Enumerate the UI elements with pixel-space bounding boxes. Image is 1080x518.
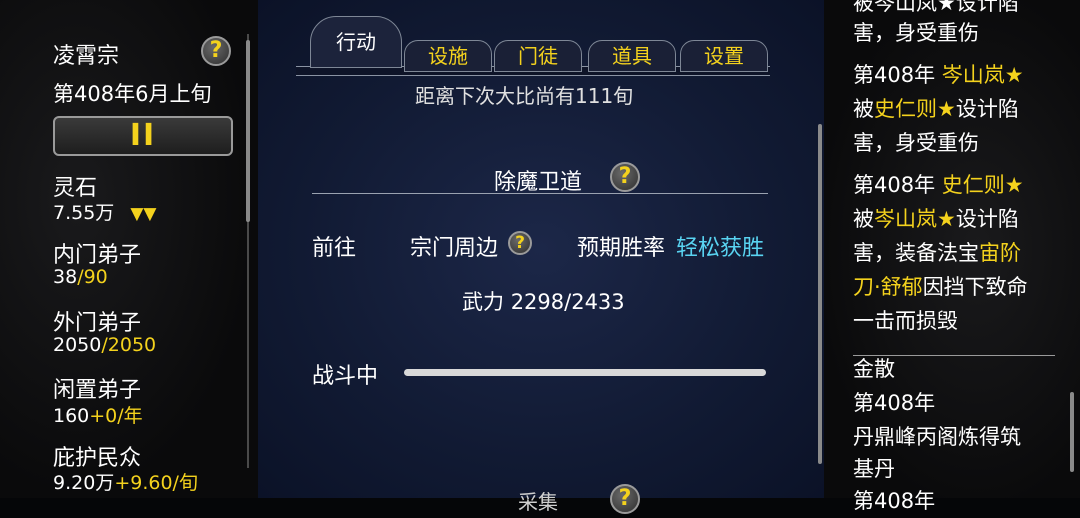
sect-help-icon[interactable]: ? xyxy=(201,36,231,66)
sheltered-people-count: 9.20万 xyxy=(53,472,115,494)
log-item: 宙阶 xyxy=(979,241,1021,265)
stat-value-sheltered-people: 9.20万+9.60/旬 xyxy=(53,468,198,495)
log-line: 第408年 史仁则★ xyxy=(853,168,1024,202)
log-text: 因挡下致命 xyxy=(922,275,1028,299)
log-line: 丹鼎峰丙阁炼得筑 xyxy=(853,425,1021,449)
tab-facilities[interactable]: 设施 xyxy=(404,40,492,72)
next-tournament-text: 距离下次大比尚有111旬 xyxy=(415,84,634,108)
outer-disciples-cap: /2050 xyxy=(101,334,157,356)
mission-help-icon[interactable]: ? xyxy=(610,162,640,192)
log-text: 设计陷 xyxy=(955,207,1019,231)
stat-label-idle-disciples: 闲置弟子 xyxy=(53,378,142,403)
stat-value-idle-disciples: 160+0/年 xyxy=(53,401,143,428)
power-label: 武力 xyxy=(462,290,504,314)
win-rate-value: 轻松获胜 xyxy=(676,236,765,261)
right-scrollbar[interactable] xyxy=(1070,392,1074,472)
log-line: 第408年 xyxy=(853,489,936,513)
log-text: 害，装备法宝 xyxy=(853,241,979,265)
pause-button[interactable]: II xyxy=(53,116,233,156)
log-text: 一击而损毁 xyxy=(853,309,958,333)
log-section-title: 金散 xyxy=(853,357,895,381)
battle-status-label: 战斗中 xyxy=(312,364,379,389)
log-text: 被 xyxy=(853,207,874,231)
gather-help-icon[interactable]: ? xyxy=(610,484,640,514)
log-line: 一击而损毁 xyxy=(853,304,958,338)
log-text: 被 xyxy=(853,97,874,121)
log-line: 被岑山岚★设计陷 xyxy=(853,202,1019,236)
pause-icon: II xyxy=(129,118,157,153)
left-scrollbar[interactable] xyxy=(246,40,250,222)
log-name: 史仁则★ xyxy=(874,97,956,121)
sect-name: 凌霄宗 xyxy=(53,44,120,69)
log-line: 第408年 岑山岚★ xyxy=(853,58,1024,92)
inner-disciples-cap: /90 xyxy=(77,266,108,288)
inner-disciples-count: 38 xyxy=(53,266,78,288)
destination-help-icon[interactable]: ? xyxy=(508,231,532,255)
destination-value[interactable]: 宗门周边 xyxy=(410,230,498,262)
log-line: 害，身受重伤 xyxy=(853,16,979,50)
goto-label: 前往 xyxy=(312,236,357,261)
log-text: 被岑山岚★设计陷 xyxy=(853,0,1019,15)
sect-status-panel: 凌霄宗 ? 第408年6月上旬 II 灵石 7.55万 ▼▼ 内门弟子 38/9… xyxy=(0,0,258,498)
stat-label-outer-disciples: 外门弟子 xyxy=(53,311,142,336)
mission-title: 除魔卫道 xyxy=(494,170,583,195)
log-line: 害，装备法宝宙阶 xyxy=(853,236,1021,270)
log-line: 刀·舒郁因挡下致命 xyxy=(853,270,1028,304)
log-item: 刀·舒郁 xyxy=(853,275,923,299)
stat-value-inner-disciples: 38/90 xyxy=(53,266,108,288)
tab-action[interactable]: 行动 xyxy=(310,16,402,68)
gather-title: 采集 xyxy=(518,490,558,514)
mid-scrollbar[interactable] xyxy=(818,124,822,464)
log-text: 设计陷 xyxy=(955,97,1019,121)
divider xyxy=(312,193,768,194)
power-row: 武力 2298/2433 xyxy=(462,286,625,316)
stat-label-inner-disciples: 内门弟子 xyxy=(53,243,142,268)
sheltered-people-rate: +9.60/旬 xyxy=(114,472,198,494)
log-text: 害，身受重伤 xyxy=(853,131,979,155)
log-text: 第408年 xyxy=(853,173,942,197)
log-line: 被史仁则★设计陷 xyxy=(853,92,1019,126)
tab-items[interactable]: 道具 xyxy=(588,40,676,72)
log-line: 第408年 xyxy=(853,391,936,415)
log-name: 史仁则★ xyxy=(941,173,1024,197)
stat-value-spirit-stone: 7.55万 ▼▼ xyxy=(53,198,157,225)
log-name: 岑山岚★ xyxy=(941,63,1024,87)
battle-progress-bar xyxy=(404,369,766,376)
trend-down-icon: ▼▼ xyxy=(130,204,157,224)
log-text: 第408年 xyxy=(853,63,942,87)
log-name: 岑山岚★ xyxy=(874,207,956,231)
log-text: 害，身受重伤 xyxy=(853,21,979,45)
log-line: 害，身受重伤 xyxy=(853,126,979,160)
spirit-stone-amount: 7.55万 xyxy=(53,202,115,224)
idle-disciples-rate: +0/年 xyxy=(89,405,143,427)
power-value: 2298/2433 xyxy=(510,290,625,314)
tab-disciples[interactable]: 门徒 xyxy=(494,40,582,72)
win-rate-label: 预期胜率 xyxy=(577,236,666,261)
tab-settings[interactable]: 设置 xyxy=(680,40,768,72)
log-line: 基丹 xyxy=(853,457,895,481)
game-date: 第408年6月上旬 xyxy=(53,82,212,106)
stat-value-outer-disciples: 2050/2050 xyxy=(53,334,156,356)
idle-disciples-count: 160 xyxy=(53,405,90,427)
outer-disciples-count: 2050 xyxy=(53,334,102,356)
